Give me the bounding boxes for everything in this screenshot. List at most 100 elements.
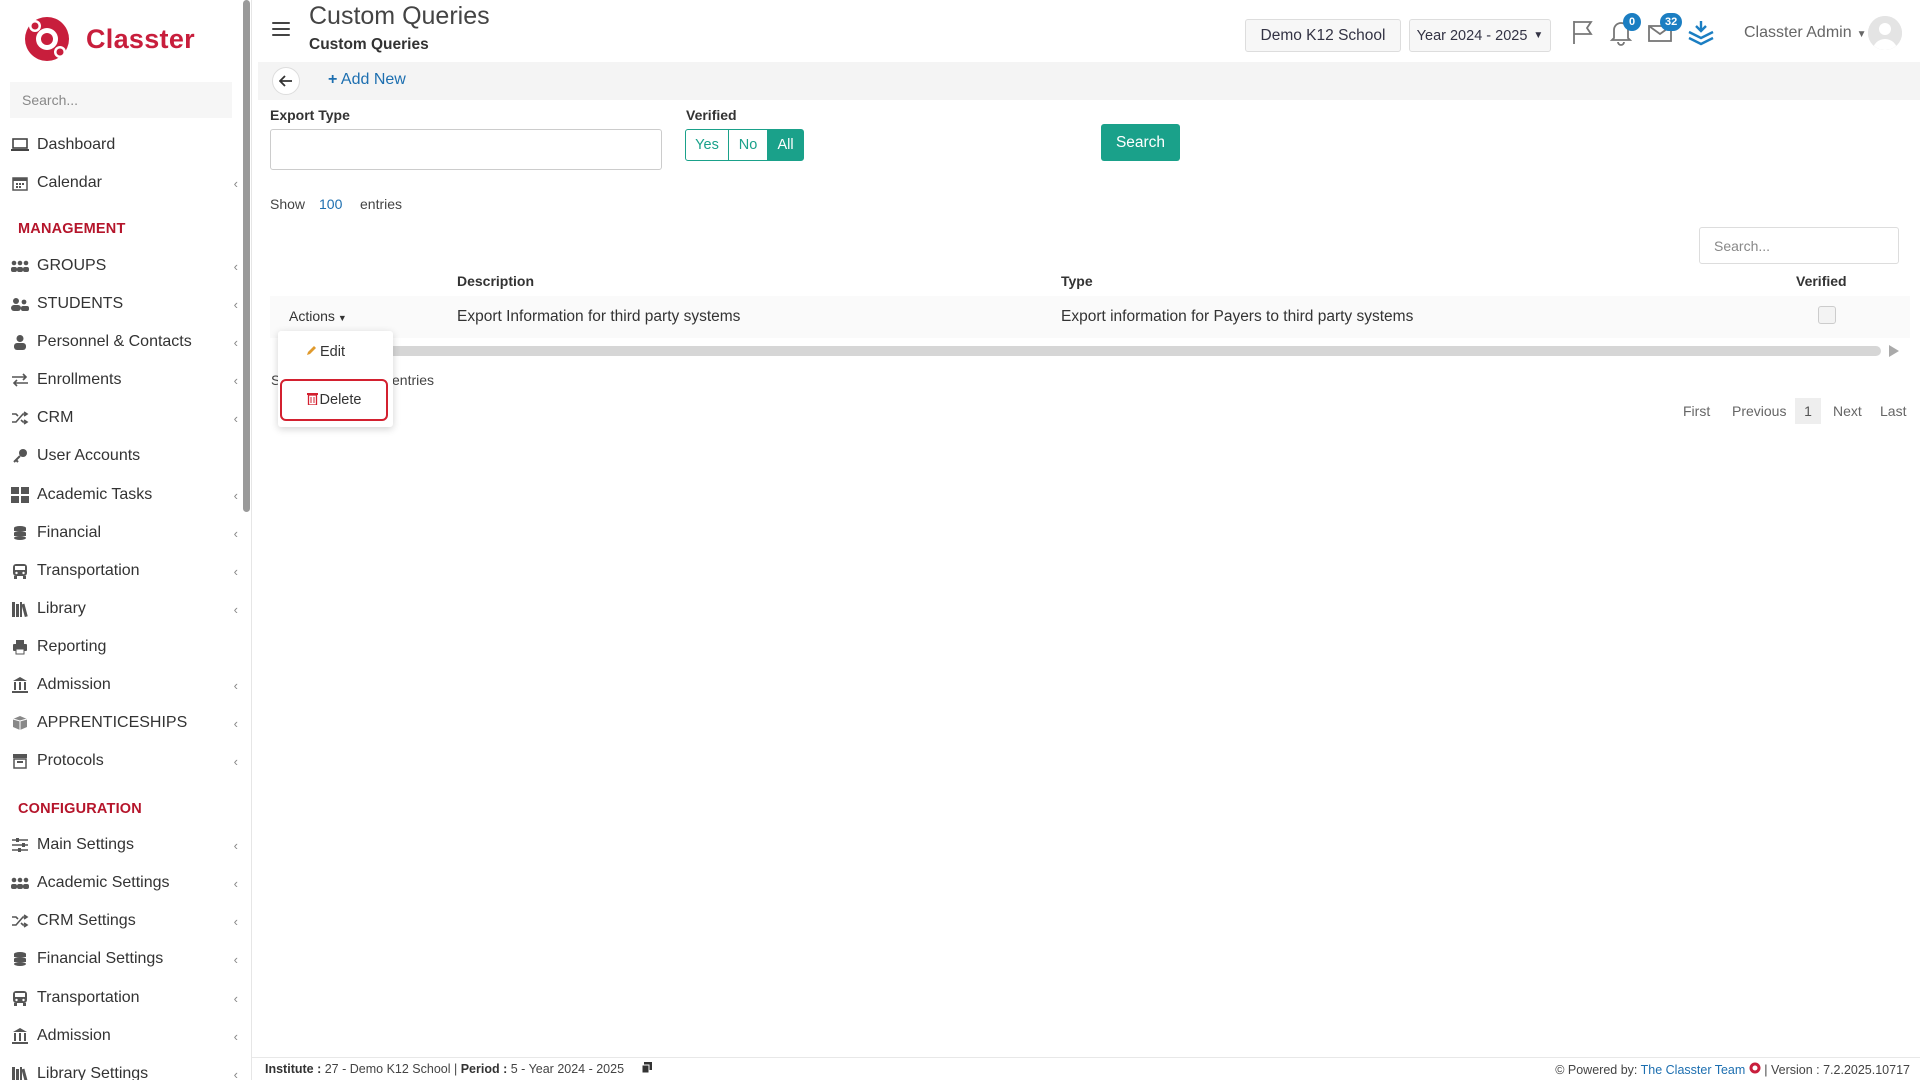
sidebar-item-protocols[interactable]: Protocols ‹ [0, 742, 244, 780]
sidebar-scrollbar[interactable] [243, 0, 250, 512]
sidebar-item-apprenticeships[interactable]: APPRENTICESHIPS ‹ [0, 704, 244, 742]
sidebar-item-enrollments[interactable]: Enrollments ‹ [0, 361, 244, 399]
user-menu-dropdown[interactable]: Classter Admin ▼ [1744, 24, 1867, 42]
print-icon [10, 637, 30, 657]
messages-envelope-icon[interactable]: 32 [1646, 13, 1683, 50]
verified-no-button[interactable]: No [728, 129, 768, 161]
pagination-next[interactable]: Next [1833, 398, 1862, 424]
table-search-input[interactable] [1699, 227, 1899, 264]
verified-yes-button[interactable]: Yes [685, 129, 729, 161]
sidebar-item-library-settings[interactable]: Library Settings ‹ [0, 1055, 244, 1080]
sidebar-item-dashboard[interactable]: Dashboard [0, 126, 244, 164]
pagination-previous[interactable]: Previous [1732, 398, 1786, 424]
search-button[interactable]: Search [1101, 124, 1180, 161]
classter-team-link[interactable]: The Classter Team [1641, 1063, 1746, 1077]
footer-info: Institute : 27 - Demo K12 School | Perio… [265, 1062, 652, 1076]
cell-type: Export information for Payers to third p… [1061, 308, 1414, 325]
school-selector-button[interactable]: Demo K12 School [1245, 19, 1401, 52]
delete-menu-item[interactable]: Delete [280, 379, 388, 421]
sidebar-item-label: STUDENTS [37, 295, 124, 312]
sidebar-item-groups[interactable]: GROUPS ‹ [0, 247, 244, 285]
sidebar-item-academic-tasks[interactable]: Academic Tasks ‹ [0, 476, 244, 514]
chevron-left-icon: ‹ [233, 411, 238, 426]
logo[interactable]: Classter [22, 10, 195, 68]
brand-name: Classter [86, 23, 195, 54]
export-type-select[interactable] [270, 129, 662, 170]
plus-icon: + [328, 71, 338, 88]
sliders-icon [10, 835, 30, 855]
chevron-left-icon: ‹ [233, 914, 238, 929]
sidebar-item-students[interactable]: STUDENTS ‹ [0, 285, 244, 323]
hamburger-menu-icon[interactable] [272, 22, 290, 38]
sidebar-item-reporting[interactable]: Reporting [0, 628, 244, 666]
notifications-badge: 0 [1623, 13, 1641, 31]
sidebar-item-financial-settings[interactable]: Financial Settings ‹ [0, 940, 244, 978]
sidebar-item-personnel-contacts[interactable]: Personnel & Contacts ‹ [0, 323, 244, 361]
sidebar-item-academic-settings[interactable]: Academic Settings ‹ [0, 864, 244, 902]
top-header: Custom Queries Custom Queries Demo K12 S… [252, 0, 1920, 62]
sidebar-item-transportation-settings[interactable]: Transportation ‹ [0, 979, 244, 1017]
pagination-page-1[interactable]: 1 [1795, 398, 1821, 424]
horizontal-scrollbar[interactable] [380, 346, 1881, 356]
chevron-left-icon: ‹ [233, 297, 238, 312]
scroll-right-arrow-icon[interactable] [1889, 345, 1899, 357]
sidebar-item-label: CRM [37, 409, 74, 426]
avatar[interactable] [1868, 16, 1902, 50]
sidebar-item-label: Protocols [37, 752, 104, 769]
column-header-description[interactable]: Description [457, 273, 534, 289]
verified-all-button[interactable]: All [767, 129, 804, 161]
sidebar-item-admission[interactable]: Admission ‹ [0, 666, 244, 704]
page-subtitle: Custom Queries [309, 36, 429, 53]
sidebar-item-crm-settings[interactable]: CRM Settings ‹ [0, 902, 244, 940]
column-header-type[interactable]: Type [1061, 273, 1093, 289]
page-size-select[interactable]: 100 [319, 196, 342, 212]
actions-dropdown-button[interactable]: Actions ▼ [289, 308, 347, 324]
chevron-left-icon: ‹ [233, 564, 238, 579]
chevron-left-icon: ‹ [233, 838, 238, 853]
pagination-first[interactable]: First [1683, 398, 1710, 424]
stack-layers-icon[interactable] [1686, 18, 1718, 50]
sidebar-item-library[interactable]: Library ‹ [0, 590, 244, 628]
edit-label: Edit [320, 344, 345, 360]
key-icon [10, 446, 30, 466]
verified-checkbox[interactable] [1818, 306, 1836, 324]
grid-icon [10, 485, 30, 505]
table-info-suffix: entries [392, 372, 435, 388]
column-header-verified[interactable]: Verified [1796, 273, 1847, 289]
notifications-bell-icon[interactable]: 0 [1607, 13, 1641, 50]
chevron-left-icon: ‹ [233, 488, 238, 503]
section-title-management: MANAGEMENT [18, 221, 126, 237]
institution-icon [10, 1026, 30, 1046]
classter-small-logo-icon [1749, 1062, 1761, 1077]
add-new-button[interactable]: + Add New [328, 71, 406, 89]
show-label: Show [270, 196, 306, 212]
sidebar-item-financial[interactable]: Financial ‹ [0, 514, 244, 552]
pagination-last[interactable]: Last [1880, 398, 1906, 424]
year-label: Year 2024 - 2025 [1416, 27, 1528, 44]
chevron-left-icon: ‹ [233, 335, 238, 350]
bus-icon [10, 561, 30, 581]
edit-menu-item[interactable]: Edit [306, 344, 345, 360]
section-title-configuration: CONFIGURATION [18, 801, 142, 817]
page-title: Custom Queries [309, 2, 490, 30]
box-icon [10, 713, 30, 733]
sidebar-item-label: Library [37, 600, 86, 617]
page-toolbar: + Add New [258, 62, 1920, 100]
chevron-left-icon: ‹ [233, 754, 238, 769]
flag-icon[interactable] [1569, 18, 1601, 50]
sidebar-item-calendar[interactable]: Calendar ‹ [0, 164, 244, 202]
actions-dropdown-menu: Edit Delete [278, 331, 393, 427]
students-icon [10, 294, 30, 314]
back-arrow-icon[interactable] [272, 67, 300, 95]
sidebar-search-input[interactable] [10, 82, 232, 118]
copy-icon[interactable] [641, 1062, 652, 1076]
actions-label: Actions [289, 308, 335, 324]
sidebar-item-user-accounts[interactable]: User Accounts [0, 437, 244, 475]
sidebar-item-admission-settings[interactable]: Admission ‹ [0, 1017, 244, 1055]
sidebar-item-crm[interactable]: CRM ‹ [0, 399, 244, 437]
chevron-left-icon: ‹ [233, 876, 238, 891]
sidebar-item-main-settings[interactable]: Main Settings ‹ [0, 826, 244, 864]
sidebar-item-transportation[interactable]: Transportation ‹ [0, 552, 244, 590]
year-selector-dropdown[interactable]: Year 2024 - 2025 ▼ [1409, 19, 1551, 52]
delete-label: Delete [319, 392, 362, 408]
